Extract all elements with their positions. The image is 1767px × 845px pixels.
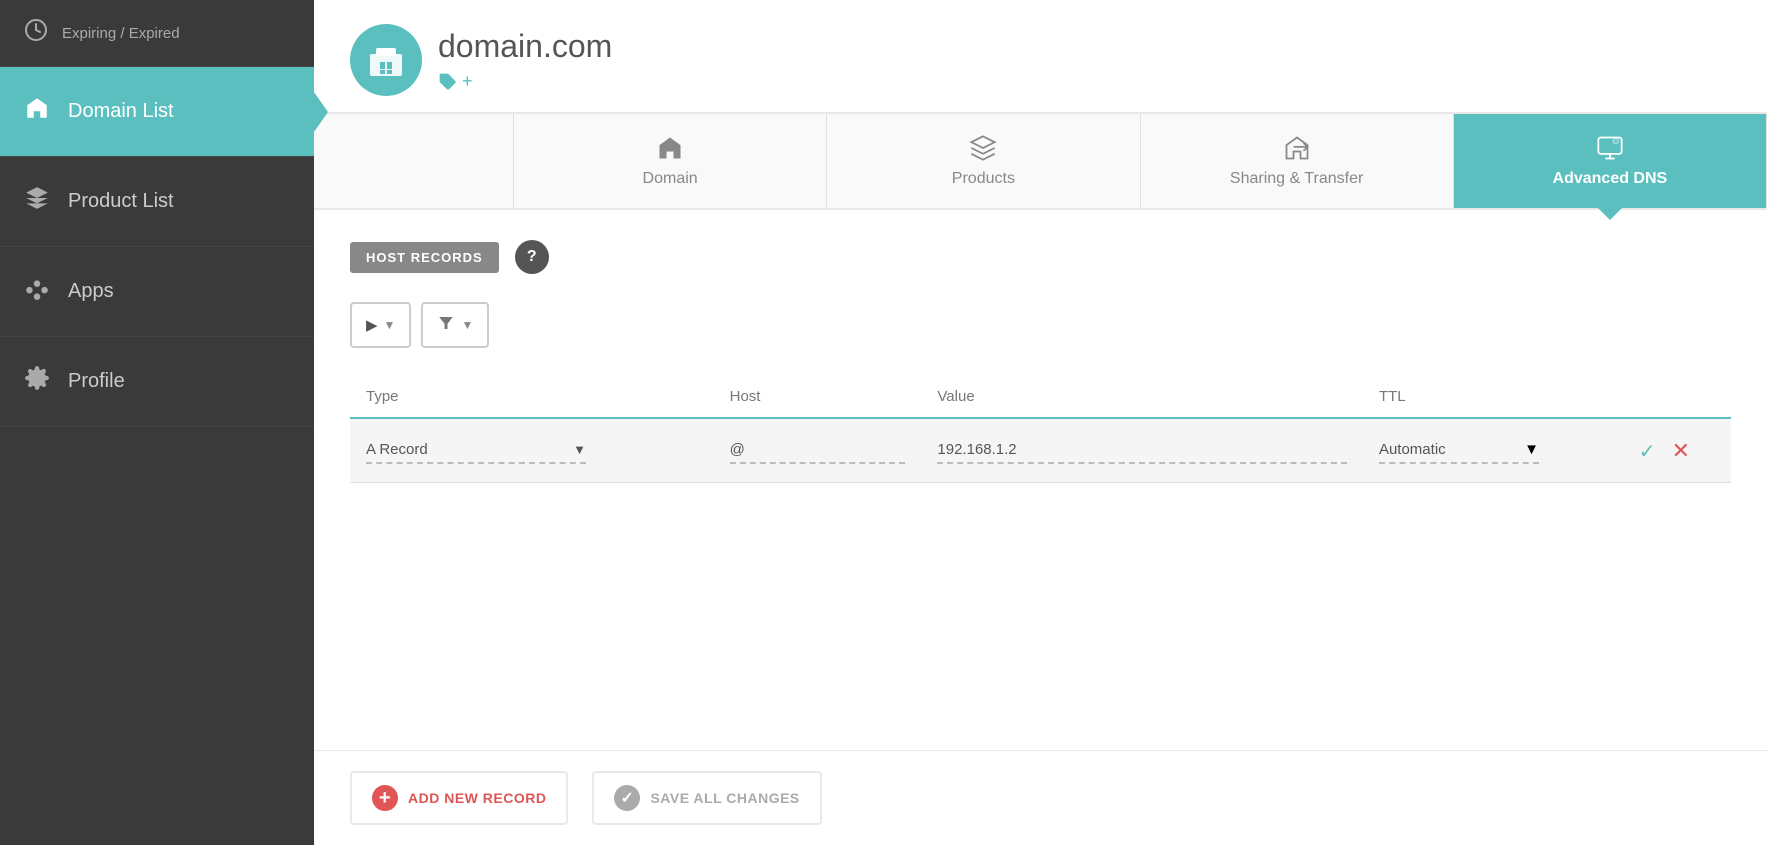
sidebar-item-label-product-list: Product List <box>68 190 174 213</box>
sidebar-item-label-domain-list: Domain List <box>68 100 174 123</box>
cell-actions: ✓ ✕ <box>1623 418 1731 483</box>
col-header-value: Value <box>921 376 1363 418</box>
play-dropdown-arrow: ▼ <box>384 318 396 332</box>
sidebar-expiring-label: Expiring / Expired <box>62 25 180 42</box>
tab-advanced-dns[interactable]: Advanced DNS <box>1454 114 1767 208</box>
cell-host <box>714 418 922 483</box>
play-icon: ▶ <box>366 316 378 334</box>
col-header-ttl: TTL <box>1363 376 1623 418</box>
cell-value <box>921 418 1363 483</box>
tab-products[interactable]: Products <box>827 114 1140 208</box>
ttl-select-wrapper: Automatic 1 min 5 min 30 min 1 hour ▼ <box>1379 437 1539 464</box>
dns-content: HOST RECORDS ? ▶ ▼ ▼ <box>314 210 1767 750</box>
sidebar-item-apps[interactable]: Apps <box>0 247 314 337</box>
domain-tag-button[interactable]: + <box>438 71 612 92</box>
controls-row: ▶ ▼ ▼ <box>350 302 1731 348</box>
sidebar-item-label-apps: Apps <box>68 280 114 303</box>
save-check-icon: ✓ <box>614 785 640 811</box>
domain-name: domain.com <box>438 28 612 65</box>
sidebar: Expiring / Expired Domain List Product L… <box>0 0 314 845</box>
host-input[interactable] <box>730 437 906 464</box>
save-all-changes-button[interactable]: ✓ SAVE ALL CHANGES <box>592 771 821 825</box>
save-label: SAVE ALL CHANGES <box>650 790 799 806</box>
domain-info: domain.com + <box>438 28 612 92</box>
sidebar-item-product-list[interactable]: Product List <box>0 157 314 247</box>
cell-type: A Record CNAME Record MX Record TXT Reco… <box>350 418 714 483</box>
section-header: HOST RECORDS ? <box>350 240 1731 274</box>
tab-advanced-dns-label: Advanced DNS <box>1553 170 1668 188</box>
clock-icon <box>24 18 48 48</box>
type-select[interactable]: A Record CNAME Record MX Record TXT Reco… <box>366 437 573 462</box>
sidebar-item-domain-list[interactable]: Domain List <box>0 67 314 157</box>
filter-icon <box>437 314 455 336</box>
domain-tag-label: + <box>462 71 473 92</box>
tab-domain[interactable]: Domain <box>514 114 827 208</box>
plus-circle-icon: + <box>372 785 398 811</box>
add-new-record-button[interactable]: + ADD NEW RECORD <box>350 771 568 825</box>
filter-dropdown-arrow: ▼ <box>461 318 473 332</box>
tab-sharing-transfer[interactable]: Sharing & Transfer <box>1141 114 1454 208</box>
col-header-actions <box>1623 376 1731 418</box>
confirm-record-button[interactable]: ✓ <box>1639 441 1656 463</box>
sidebar-item-label-profile: Profile <box>68 370 125 393</box>
sidebar-expiring[interactable]: Expiring / Expired <box>0 0 314 67</box>
dns-table: Type Host Value TTL A Record CNAME Recor… <box>350 376 1731 483</box>
diamond-icon <box>24 275 50 308</box>
tab-empty <box>314 114 514 208</box>
ttl-select-arrow: ▼ <box>1524 441 1539 458</box>
table-row: A Record CNAME Record MX Record TXT Reco… <box>350 418 1731 483</box>
col-header-type: Type <box>350 376 714 418</box>
sidebar-item-profile[interactable]: Profile <box>0 337 314 427</box>
home-icon <box>24 95 50 128</box>
tab-domain-label: Domain <box>643 170 698 188</box>
type-select-arrow: ▼ <box>573 442 586 457</box>
tab-products-label: Products <box>952 170 1015 188</box>
tab-sharing-label: Sharing & Transfer <box>1230 170 1363 188</box>
gear-icon <box>24 365 50 398</box>
main-content: domain.com + Domain Products <box>314 0 1767 845</box>
col-header-host: Host <box>714 376 922 418</box>
cell-ttl: Automatic 1 min 5 min 30 min 1 hour ▼ <box>1363 418 1623 483</box>
host-records-badge: HOST RECORDS <box>350 242 499 273</box>
type-select-wrapper: A Record CNAME Record MX Record TXT Reco… <box>366 437 586 464</box>
play-dropdown-button[interactable]: ▶ ▼ <box>350 302 411 348</box>
help-button[interactable]: ? <box>515 240 549 274</box>
value-input[interactable] <box>937 437 1347 464</box>
domain-header: domain.com + <box>314 0 1767 112</box>
tabs-bar: Domain Products Sharing & Transfer <box>314 112 1767 210</box>
ttl-select[interactable]: Automatic 1 min 5 min 30 min 1 hour <box>1379 437 1524 462</box>
box-icon <box>24 185 50 218</box>
filter-dropdown-button[interactable]: ▼ <box>421 302 489 348</box>
delete-record-button[interactable]: ✕ <box>1672 438 1690 463</box>
domain-logo <box>350 24 422 96</box>
add-record-label: ADD NEW RECORD <box>408 790 546 806</box>
bottom-bar: + ADD NEW RECORD ✓ SAVE ALL CHANGES <box>314 750 1767 845</box>
